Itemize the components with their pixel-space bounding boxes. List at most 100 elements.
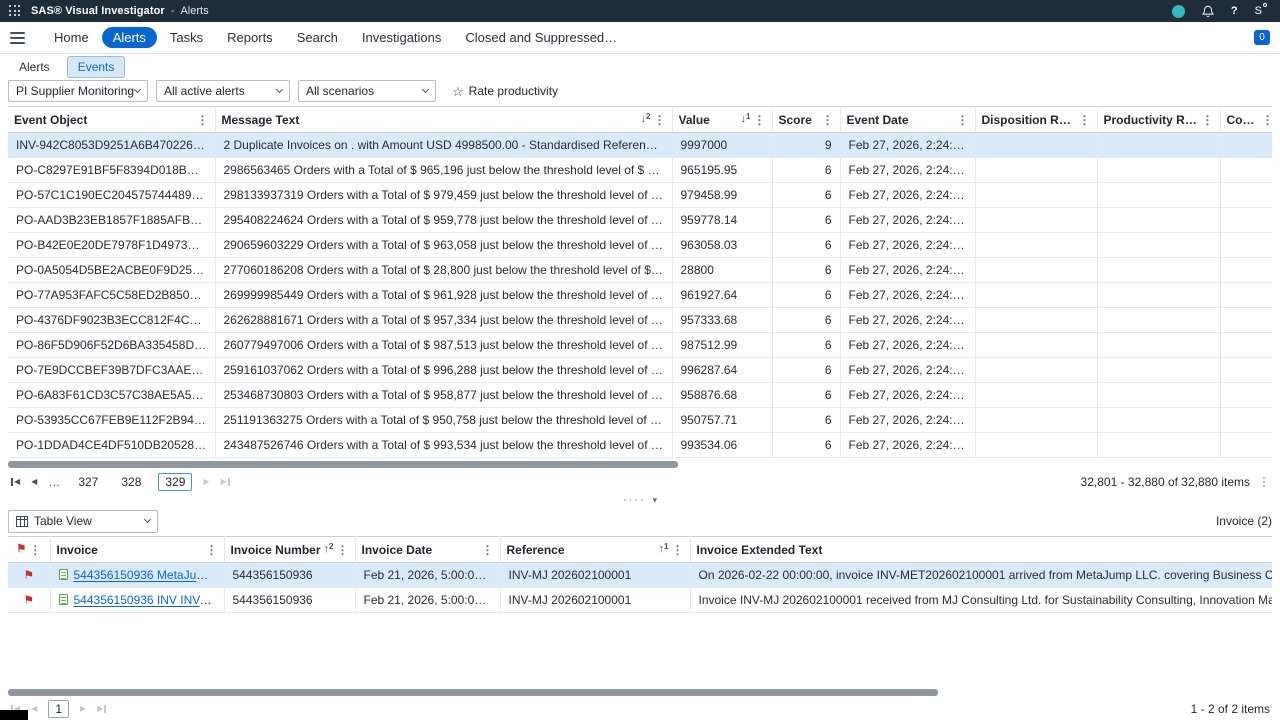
pager-menu-icon[interactable]: ⋮ <box>1258 476 1270 488</box>
col-header-event-object[interactable]: Event Object⋮ <box>8 107 215 133</box>
cell-message-text: 290659603229 Orders with a Total of $ 96… <box>215 233 672 258</box>
page-ellipsis[interactable]: … <box>48 475 61 489</box>
column-menu-icon[interactable]: ⋮ <box>1079 114 1091 126</box>
cell-invoice-date: Feb 21, 2026, 5:00:00 PM <box>355 563 500 588</box>
event-row[interactable]: PO-AAD3B23EB1857F1885AFBB5C8229540822462… <box>8 208 1272 233</box>
page-button-327[interactable]: 327 <box>72 474 104 490</box>
col-header-invoice[interactable]: Invoice⋮ <box>50 537 224 563</box>
column-menu-icon[interactable]: ⋮ <box>754 114 766 126</box>
nav-tab-investigations[interactable]: Investigations <box>351 27 453 48</box>
prev-page-button[interactable]: ◀ <box>31 705 37 713</box>
cell-disposition-reason <box>975 408 1097 433</box>
next-page-button[interactable]: ▶ <box>80 705 86 713</box>
event-row[interactable]: PO-B42E0E20DE7978F1D4973BA42D29065960322… <box>8 233 1272 258</box>
col-header-comments[interactable]: Comments⋮ <box>1220 107 1272 133</box>
alert-filter-select[interactable]: All active alerts <box>156 80 290 102</box>
event-row[interactable]: PO-4376DF9023B3ECC812F4CA7D5326262888167… <box>8 308 1272 333</box>
help-icon[interactable]: ? <box>1231 5 1238 17</box>
subtab-events[interactable]: Events <box>67 56 126 78</box>
event-row[interactable]: PO-6A83F61CD3C57C38AE5A5D2B4F25346873080… <box>8 383 1272 408</box>
column-menu-icon[interactable]: ⋮ <box>206 544 218 556</box>
col-header-reference[interactable]: Reference↑1⋮ <box>500 537 690 563</box>
nav-bar: Home Alerts Tasks Reports Search Investi… <box>0 22 1280 54</box>
cell-disposition-reason <box>975 383 1097 408</box>
current-page-button[interactable]: 329 <box>158 473 192 491</box>
column-menu-icon[interactable]: ⋮ <box>337 544 349 556</box>
col-header-invoice-extended-text[interactable]: Invoice Extended Text⋮ <box>690 537 1272 563</box>
detail-toolbar: Table View Invoice (2) <box>0 506 1280 536</box>
cell-disposition-reason <box>975 333 1097 358</box>
event-row[interactable]: PO-7E9DCCBEF39B7DFC3AAEE785FB25916103706… <box>8 358 1272 383</box>
column-menu-icon[interactable]: ⋮ <box>1262 114 1273 126</box>
invoice-link[interactable]: 544356150936 INV INV-MJ 2… <box>74 593 225 607</box>
connection-status-icon[interactable] <box>1172 5 1185 18</box>
user-avatar[interactable]: S <box>1255 5 1267 17</box>
cell-productivity-rating <box>1097 333 1220 358</box>
last-page-button[interactable]: ▶ <box>221 478 231 486</box>
event-row[interactable]: PO-57C1C190EC2045757444891B9A29813393731… <box>8 183 1272 208</box>
event-row[interactable]: PO-53935CC67FEB9E112F2B946E6225119136327… <box>8 408 1272 433</box>
column-menu-icon[interactable]: ⋮ <box>654 114 666 126</box>
column-menu-icon[interactable]: ⋮ <box>1202 114 1214 126</box>
column-menu-icon[interactable]: ⋮ <box>197 114 209 126</box>
col-header-message-text[interactable]: Message Text↓2⋮ <box>215 107 672 133</box>
event-row[interactable]: PO-0A5054D5BE2ACBE0F9D25F02DB27706018620… <box>8 258 1272 283</box>
detail-hscrollbar-thumb[interactable] <box>8 689 938 696</box>
event-row[interactable]: PO-C8297E91BF5F8394D018BCA7552986563465 … <box>8 158 1272 183</box>
subtab-alerts[interactable]: Alerts <box>8 56 61 78</box>
current-page-button[interactable]: 1 <box>48 700 69 718</box>
event-row[interactable]: INV-942C8053D9251A6B470226732D2 Duplicat… <box>8 133 1272 158</box>
col-header-flag[interactable]: ⚑⋮ <box>8 537 50 563</box>
nav-tab-closed-suppressed[interactable]: Closed and Suppressed… <box>454 27 628 48</box>
cell-event-date: Feb 27, 2026, 2:24:45 AM <box>840 358 975 383</box>
invoice-link[interactable]: 544356150936 MetaJump LL… <box>74 568 225 582</box>
prev-page-button[interactable]: ◀ <box>31 478 37 486</box>
column-menu-icon[interactable]: ⋮ <box>482 544 494 556</box>
detail-table-container: ⚑⋮ Invoice⋮ Invoice Number↑2⋮ Invoice Da… <box>8 536 1272 613</box>
col-header-invoice-date[interactable]: Invoice Date⋮ <box>355 537 500 563</box>
col-header-value[interactable]: Value↓1⋮ <box>672 107 772 133</box>
rate-productivity-button[interactable]: ☆ Rate productivity <box>452 84 558 98</box>
last-page-button[interactable]: ▶ <box>97 705 107 713</box>
page-title: Alerts <box>180 5 208 17</box>
cell-value: 963058.03 <box>672 233 772 258</box>
menu-icon[interactable] <box>10 32 25 44</box>
col-header-productivity-rating[interactable]: Productivity Rating⋮ <box>1097 107 1220 133</box>
cell-event-object: PO-6A83F61CD3C57C38AE5A5D2B4F <box>8 383 215 408</box>
nav-tab-alerts[interactable]: Alerts <box>102 27 157 48</box>
col-header-invoice-number[interactable]: Invoice Number↑2⋮ <box>224 537 355 563</box>
column-menu-icon[interactable]: ⋮ <box>822 114 834 126</box>
monitoring-strategy-select[interactable]: PI Supplier Monitoring <box>8 80 148 102</box>
invoice-row[interactable]: ⚑544356150936 INV INV-MJ 2…544356150936F… <box>8 588 1272 613</box>
invoice-row[interactable]: ⚑544356150936 MetaJump LL…544356150936Fe… <box>8 563 1272 588</box>
page-button-328[interactable]: 328 <box>115 474 147 490</box>
panel-splitter[interactable]: ···· ▾ <box>0 494 1280 506</box>
table-view-select[interactable]: Table View <box>8 510 158 533</box>
app-launcher-icon[interactable] <box>9 5 21 17</box>
column-menu-icon[interactable]: ⋮ <box>29 544 41 556</box>
first-page-button[interactable]: ◀ <box>10 478 20 486</box>
events-table: Event Object⋮ Message Text↓2⋮ Value↓1⋮ S… <box>8 106 1272 458</box>
splitter-collapse-icon[interactable]: ▾ <box>653 496 658 505</box>
nav-tab-search[interactable]: Search <box>286 27 349 48</box>
cell-score: 6 <box>772 433 840 458</box>
event-row[interactable]: PO-1DDAD4CE4DF510DB20528C73EF24348752674… <box>8 433 1272 458</box>
event-row[interactable]: PO-86F5D906F52D6BA335458D922126077949700… <box>8 333 1272 358</box>
scenario-filter-select[interactable]: All scenarios <box>298 80 436 102</box>
events-header-row: Event Object⋮ Message Text↓2⋮ Value↓1⋮ S… <box>8 107 1272 133</box>
cell-comments <box>1220 358 1272 383</box>
flag-column-icon: ⚑ <box>16 544 26 555</box>
notifications-icon[interactable] <box>1202 5 1214 18</box>
column-menu-icon[interactable]: ⋮ <box>672 544 684 556</box>
col-header-score[interactable]: Score⋮ <box>772 107 840 133</box>
events-hscrollbar-thumb[interactable] <box>8 461 678 468</box>
nav-tab-home[interactable]: Home <box>43 27 100 48</box>
nav-tab-tasks[interactable]: Tasks <box>159 27 214 48</box>
notification-count-badge[interactable]: 0 <box>1254 30 1270 45</box>
col-header-disposition-reason[interactable]: Disposition Reason⋮ <box>975 107 1097 133</box>
col-header-event-date[interactable]: Event Date⋮ <box>840 107 975 133</box>
column-menu-icon[interactable]: ⋮ <box>957 114 969 126</box>
next-page-button[interactable]: ▶ <box>203 478 209 486</box>
event-row[interactable]: PO-77A953FAFC5C58ED2B850ADE3526999998544… <box>8 283 1272 308</box>
nav-tab-reports[interactable]: Reports <box>216 27 284 48</box>
